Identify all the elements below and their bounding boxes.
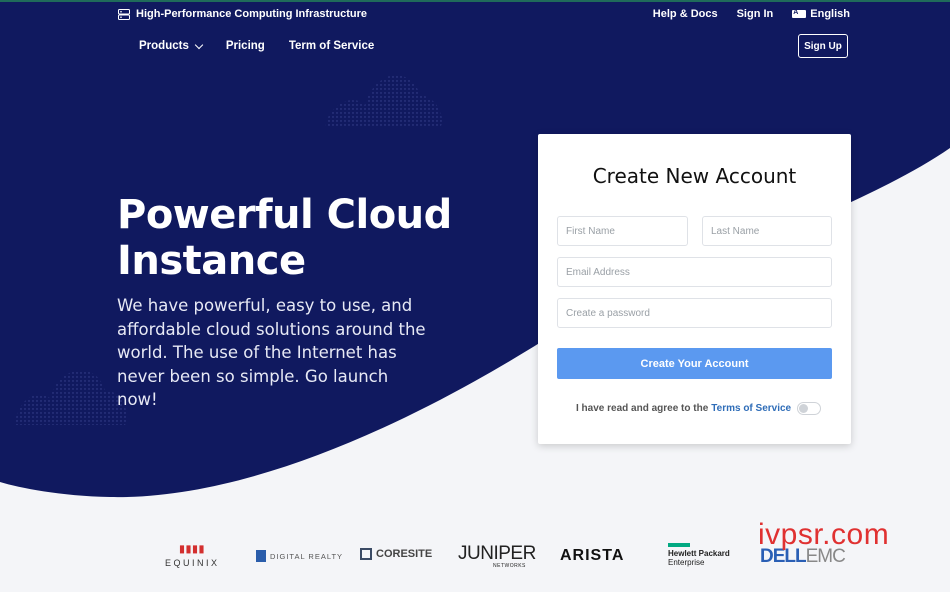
equinix-label: EQUINIX	[165, 558, 220, 568]
top-accent-bar	[0, 0, 950, 2]
hero-subtitle: We have powerful, easy to use, and affor…	[117, 296, 426, 409]
server-icon	[118, 8, 130, 20]
hero-title-line-1: Powerful Cloud	[117, 192, 452, 238]
hpe-logo: Hewlett Packard Enterprise	[668, 543, 730, 567]
brand[interactable]: High-Performance Computing Infrastructur…	[118, 8, 367, 20]
terms-of-service-link[interactable]: Terms of Service	[711, 403, 791, 414]
hpe-line-1: Hewlett Packard	[668, 549, 730, 558]
digital-realty-logo: DIGITAL REALTY	[256, 550, 343, 562]
chevron-down-icon	[194, 40, 204, 49]
brand-label: High-Performance Computing Infrastructur…	[136, 8, 368, 20]
top-navigation: High-Performance Computing Infrastructur…	[118, 8, 850, 24]
language-label: English	[810, 8, 850, 20]
watermark: ivpsr.com	[758, 518, 890, 551]
sign-in-link[interactable]: Sign In	[737, 8, 774, 20]
coresite-logo: CORESITE	[360, 548, 432, 560]
nav-products-label: Products	[139, 40, 189, 52]
first-name-input[interactable]: First Name	[557, 216, 688, 246]
equinix-logo: ▮▮▮▮ EQUINIX	[165, 544, 220, 568]
main-navigation: Products Pricing Term of Service	[139, 40, 374, 52]
last-name-input[interactable]: Last Name	[702, 216, 832, 246]
terms-agreement: I have read and agree to the Terms of Se…	[576, 402, 822, 415]
language-selector[interactable]: English	[792, 8, 850, 20]
juniper-label: JUNIPER	[458, 543, 536, 564]
create-account-button[interactable]: Create Your Account	[557, 348, 832, 379]
help-docs-link[interactable]: Help & Docs	[653, 8, 718, 20]
juniper-logo: JUNIPER NETWORKS	[458, 543, 536, 569]
nav-products[interactable]: Products	[139, 40, 204, 52]
hpe-mark-icon	[668, 543, 690, 547]
signup-form-card: Create New Account First Name Last Name …	[538, 134, 851, 444]
hero-title: Powerful Cloud Instance	[117, 192, 477, 284]
nav-term-of-service[interactable]: Term of Service	[289, 40, 374, 52]
coresite-mark-icon	[360, 548, 372, 560]
terms-toggle[interactable]	[797, 402, 822, 415]
arista-logo: ARISTA	[560, 547, 625, 564]
form-title: Create New Account	[592, 164, 797, 188]
hpe-line-2: Enterprise	[668, 558, 705, 567]
sign-up-button[interactable]: Sign Up	[798, 34, 848, 58]
agree-text: I have read and agree to the	[576, 403, 709, 414]
equinix-mark-icon: ▮▮▮▮	[179, 544, 206, 555]
coresite-label: CORESITE	[376, 548, 433, 560]
juniper-sub-label: NETWORKS	[493, 563, 526, 569]
email-input[interactable]: Email Address	[557, 257, 832, 287]
digital-realty-mark-icon	[256, 550, 266, 562]
top-links: Help & Docs Sign In English	[653, 8, 850, 20]
digital-realty-label: DIGITAL REALTY	[270, 551, 344, 561]
translate-icon	[792, 9, 807, 18]
nav-pricing[interactable]: Pricing	[226, 40, 265, 52]
hero-title-line-2: Instance	[117, 238, 306, 284]
password-input[interactable]: Create a password	[557, 298, 832, 328]
